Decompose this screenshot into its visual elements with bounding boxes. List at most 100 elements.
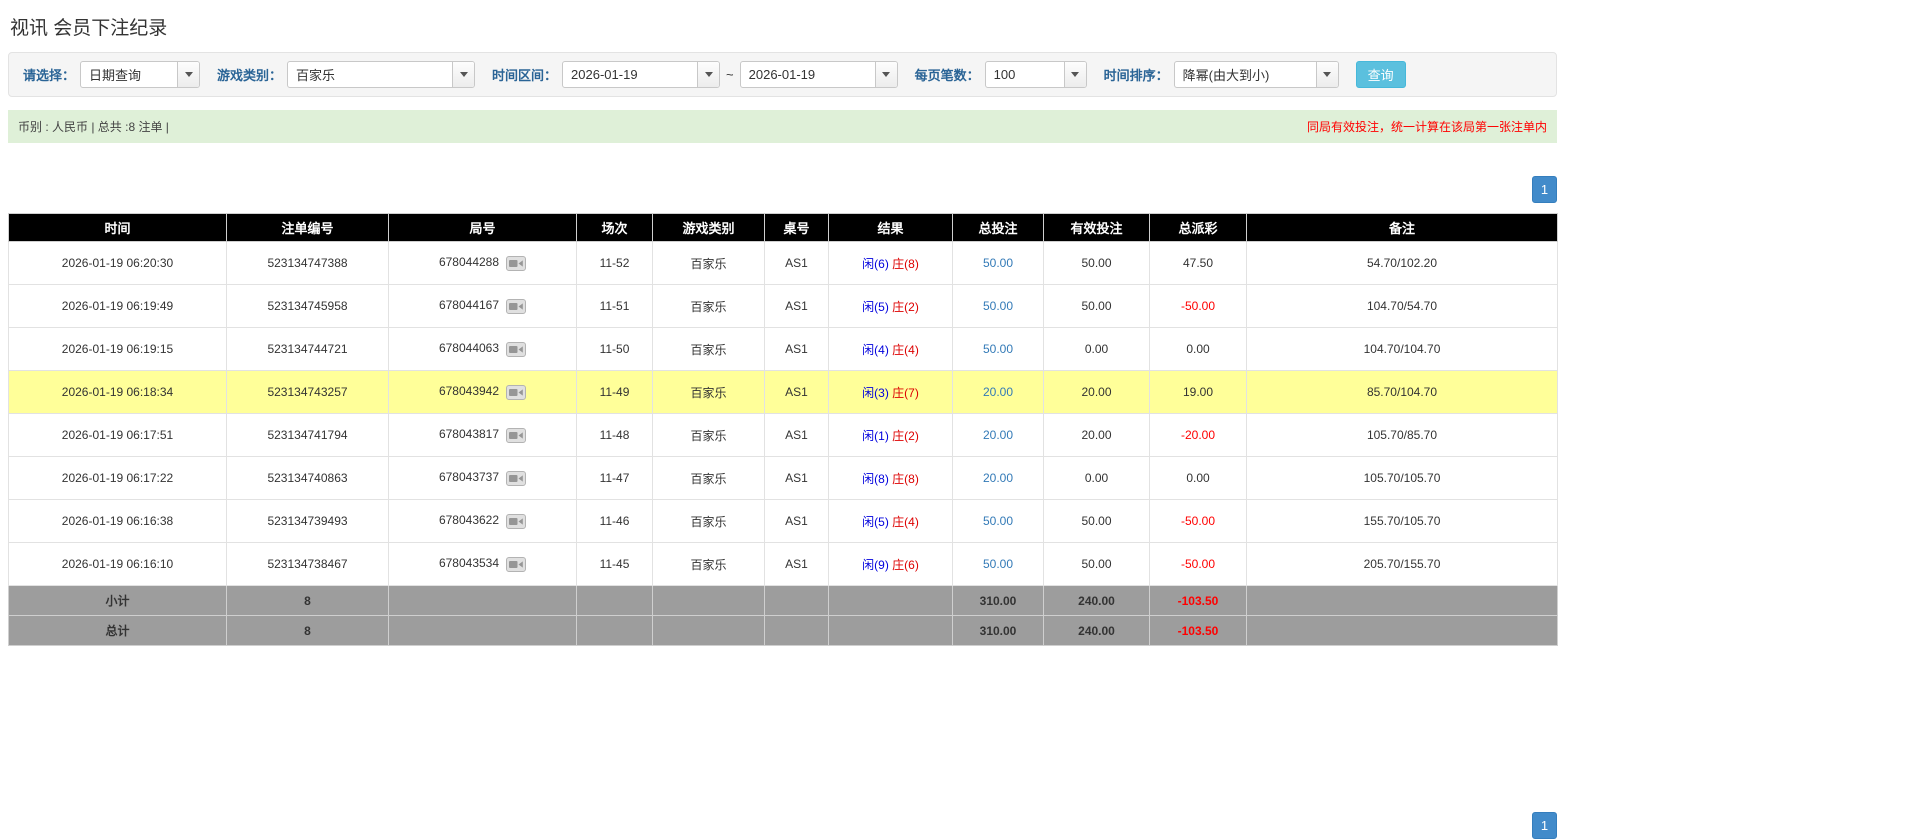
cell-game-type: 百家乐: [652, 542, 765, 586]
empty-cell: [828, 585, 953, 616]
cell-table-no: AS1: [764, 370, 829, 414]
col-header-payout: 总派彩: [1149, 213, 1247, 242]
cell-valid-bet: 50.00: [1043, 284, 1150, 328]
chevron-down-icon[interactable]: [1063, 62, 1086, 87]
empty-cell: [828, 615, 953, 646]
cell-round: 678043942: [388, 370, 577, 414]
cell-valid-bet: 0.00: [1043, 456, 1150, 500]
cell-time: 2026-01-19 06:18:34: [8, 370, 227, 414]
cell-game-type: 百家乐: [652, 327, 765, 371]
table-row: 2026-01-19 06:16:10 523134738467 6780435…: [8, 542, 1558, 586]
chevron-down-icon[interactable]: [874, 62, 897, 87]
cell-game-type: 百家乐: [652, 370, 765, 414]
col-header-result: 结果: [828, 213, 953, 242]
chevron-down-icon[interactable]: [1315, 62, 1338, 87]
summary-note-text: 同局有效投注，统一计算在该局第一张注单内: [1306, 120, 1547, 134]
video-icon[interactable]: [506, 341, 527, 357]
col-header-bet-id: 注单编号: [226, 213, 389, 242]
cell-result: 闲(5) 庄(4): [828, 499, 953, 543]
cell-payout: 0.00: [1149, 456, 1247, 500]
sort-select[interactable]: 降幂(由大到小): [1173, 61, 1339, 88]
total-payout: -103.50: [1149, 615, 1247, 646]
video-icon[interactable]: [506, 384, 527, 400]
cell-result: 闲(8) 庄(8): [828, 456, 953, 500]
cell-result-player: 闲(8): [862, 471, 889, 486]
cell-total-bet[interactable]: 20.00: [983, 471, 1013, 485]
col-header-total-bet: 总投注: [952, 213, 1044, 242]
cell-round-id: 678043942: [438, 384, 500, 399]
query-button[interactable]: 查询: [1355, 61, 1406, 88]
table-row: 2026-01-19 06:18:34 523134743257 6780439…: [8, 370, 1558, 414]
query-type-label: 请选择：: [23, 68, 76, 83]
cell-total-bet[interactable]: 50.00: [983, 514, 1013, 528]
cell-result: 闲(6) 庄(8): [828, 241, 953, 285]
cell-total-bet[interactable]: 50.00: [983, 342, 1013, 356]
page-1-button[interactable]: 1: [1532, 812, 1557, 839]
cell-total-bet[interactable]: 50.00: [983, 256, 1013, 270]
table-body: 2026-01-19 06:20:30 523134747388 6780442…: [8, 241, 1558, 586]
table-row: 2026-01-19 06:20:30 523134747388 6780442…: [8, 241, 1558, 285]
video-icon[interactable]: [506, 513, 527, 529]
date-range-separator: ~: [726, 67, 734, 82]
video-icon[interactable]: [506, 556, 527, 572]
cell-total-bet[interactable]: 50.00: [983, 557, 1013, 571]
pagination-bottom: 1: [8, 812, 1557, 839]
date-from-select[interactable]: 2026-01-19: [562, 61, 721, 88]
video-icon[interactable]: [506, 255, 527, 271]
cell-remark: 104.70/54.70: [1246, 284, 1558, 328]
cell-total-bet[interactable]: 20.00: [983, 385, 1013, 399]
cell-session: 11-46: [576, 499, 653, 543]
video-icon[interactable]: [506, 470, 527, 486]
cell-remark: 104.70/104.70: [1246, 327, 1558, 371]
empty-cell: [652, 615, 765, 646]
cell-result-banker: 庄(8): [892, 471, 919, 486]
cell-result: 闲(5) 庄(2): [828, 284, 953, 328]
table-row: 2026-01-19 06:17:51 523134741794 6780438…: [8, 413, 1558, 457]
cell-total-bet[interactable]: 20.00: [983, 428, 1013, 442]
cell-round-id: 678043534: [438, 556, 500, 571]
cell-round-id: 678044288: [438, 255, 500, 270]
empty-cell: [388, 585, 577, 616]
video-icon[interactable]: [506, 298, 527, 314]
cell-round-id: 678044167: [438, 298, 500, 313]
cell-table-no: AS1: [764, 327, 829, 371]
cell-game-type: 百家乐: [652, 456, 765, 500]
cell-result: 闲(3) 庄(7): [828, 370, 953, 414]
cell-payout: -50.00: [1149, 499, 1247, 543]
chevron-down-icon[interactable]: [452, 62, 475, 87]
subtotal-payout: -103.50: [1149, 585, 1247, 616]
chevron-down-icon[interactable]: [177, 62, 200, 87]
cell-round: 678044167: [388, 284, 577, 328]
cell-session: 11-50: [576, 327, 653, 371]
chevron-down-icon[interactable]: [697, 62, 720, 87]
page-size-select[interactable]: 100: [984, 61, 1087, 88]
table-row: 2026-01-19 06:19:49 523134745958 6780441…: [8, 284, 1558, 328]
cell-round: 678043622: [388, 499, 577, 543]
cell-total-bet[interactable]: 50.00: [983, 299, 1013, 313]
game-type-select[interactable]: 百家乐: [287, 61, 476, 88]
video-icon[interactable]: [506, 427, 527, 443]
cell-time: 2026-01-19 06:20:30: [8, 241, 227, 285]
cell-valid-bet: 0.00: [1043, 327, 1150, 371]
cell-time: 2026-01-19 06:16:10: [8, 542, 227, 586]
cell-payout: 19.00: [1149, 370, 1247, 414]
cell-bet-id: 523134738467: [226, 542, 389, 586]
cell-game-type: 百家乐: [652, 413, 765, 457]
cell-time: 2026-01-19 06:17:22: [8, 456, 227, 500]
cell-time: 2026-01-19 06:17:51: [8, 413, 227, 457]
empty-cell: [1246, 585, 1558, 616]
cell-result-player: 闲(5): [862, 514, 889, 529]
cell-remark: 54.70/102.20: [1246, 241, 1558, 285]
cell-bet-id: 523134743257: [226, 370, 389, 414]
page-1-button[interactable]: 1: [1532, 176, 1557, 203]
date-to-select[interactable]: 2026-01-19: [739, 61, 898, 88]
cell-session: 11-45: [576, 542, 653, 586]
cell-table-no: AS1: [764, 241, 829, 285]
table-row: 2026-01-19 06:17:22 523134740863 6780437…: [8, 456, 1558, 500]
time-range-label: 时间区间：: [492, 68, 558, 83]
cell-result-banker: 庄(4): [892, 342, 919, 357]
cell-round-id: 678043622: [438, 513, 500, 528]
cell-round: 678043534: [388, 542, 577, 586]
cell-remark: 105.70/85.70: [1246, 413, 1558, 457]
query-type-select[interactable]: 日期查询: [80, 61, 201, 88]
